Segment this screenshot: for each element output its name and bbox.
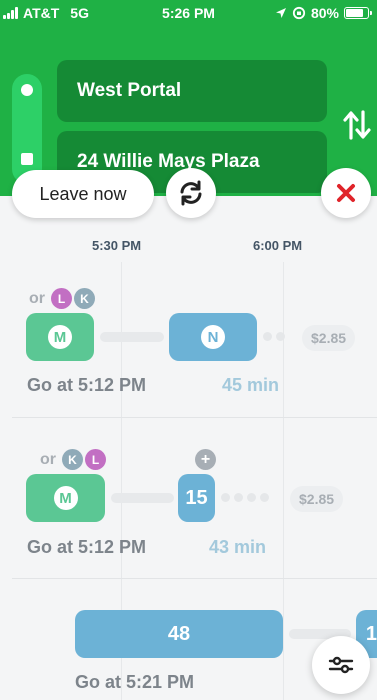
location-arrow-icon [275,8,286,18]
plus-badge: + [195,449,216,470]
line-badge-k: K [74,288,95,309]
rotation-lock-icon [292,6,306,20]
sliders-icon [328,656,354,674]
line-badge-n: N [201,325,225,349]
fare-badge: $2.85 [302,325,356,351]
origin-field[interactable]: West Portal [57,60,327,122]
walk-dots [221,493,269,502]
walk-segment [111,493,174,503]
battery-icon [344,7,372,19]
departure-time: Go at 5:12 PM [27,375,147,395]
swap-icon[interactable] [342,108,372,142]
close-icon [337,184,355,202]
trip-header: AT&T 5G 5:26 PM 80% West Portal 24 Willi… [0,0,377,196]
line-badge-m: M [53,486,78,510]
origin-text: West Portal [77,80,182,101]
time-tick: 5:30 PM [92,238,142,253]
battery-percent: 80% [310,5,339,21]
time-tick: 6:00 PM [253,238,303,253]
leave-now-button[interactable]: Leave now [12,170,154,218]
fare-badge: $2.85 [290,486,344,512]
segment-bus-48: 48 [75,610,283,658]
segment-m-line: M [26,474,105,522]
line-badge-m: M [48,325,72,349]
status-bar: AT&T 5G 5:26 PM 80% [0,0,377,28]
line-badge-k: K [62,449,83,470]
leave-now-label: Leave now [39,183,127,204]
segment-n-line: N [169,313,257,361]
close-button[interactable] [321,168,371,218]
timeline-gridline [283,262,284,700]
line-badge-l: L [51,288,72,309]
segment-m-line: M [26,313,94,361]
departure-time: Go at 5:12 PM [27,537,147,557]
filter-button[interactable] [312,636,370,694]
alternate-lines: or L K [29,288,95,309]
or-label: or [40,450,56,468]
walk-dots [263,332,285,341]
row-divider [12,578,377,579]
alternate-lines: or K L [40,449,106,470]
destination-marker [21,153,33,165]
walk-segment [100,332,164,342]
line-badge-l: L [85,449,106,470]
origin-marker [21,84,33,96]
segment-bus-15: 15 [178,474,215,522]
refresh-button[interactable] [166,168,216,218]
departure-time: Go at 5:21 PM [75,672,195,692]
refresh-icon [180,180,202,206]
trip-duration: 45 min [222,375,280,395]
row-divider [12,417,377,418]
trip-duration: 43 min [209,537,267,557]
or-label: or [29,289,45,307]
